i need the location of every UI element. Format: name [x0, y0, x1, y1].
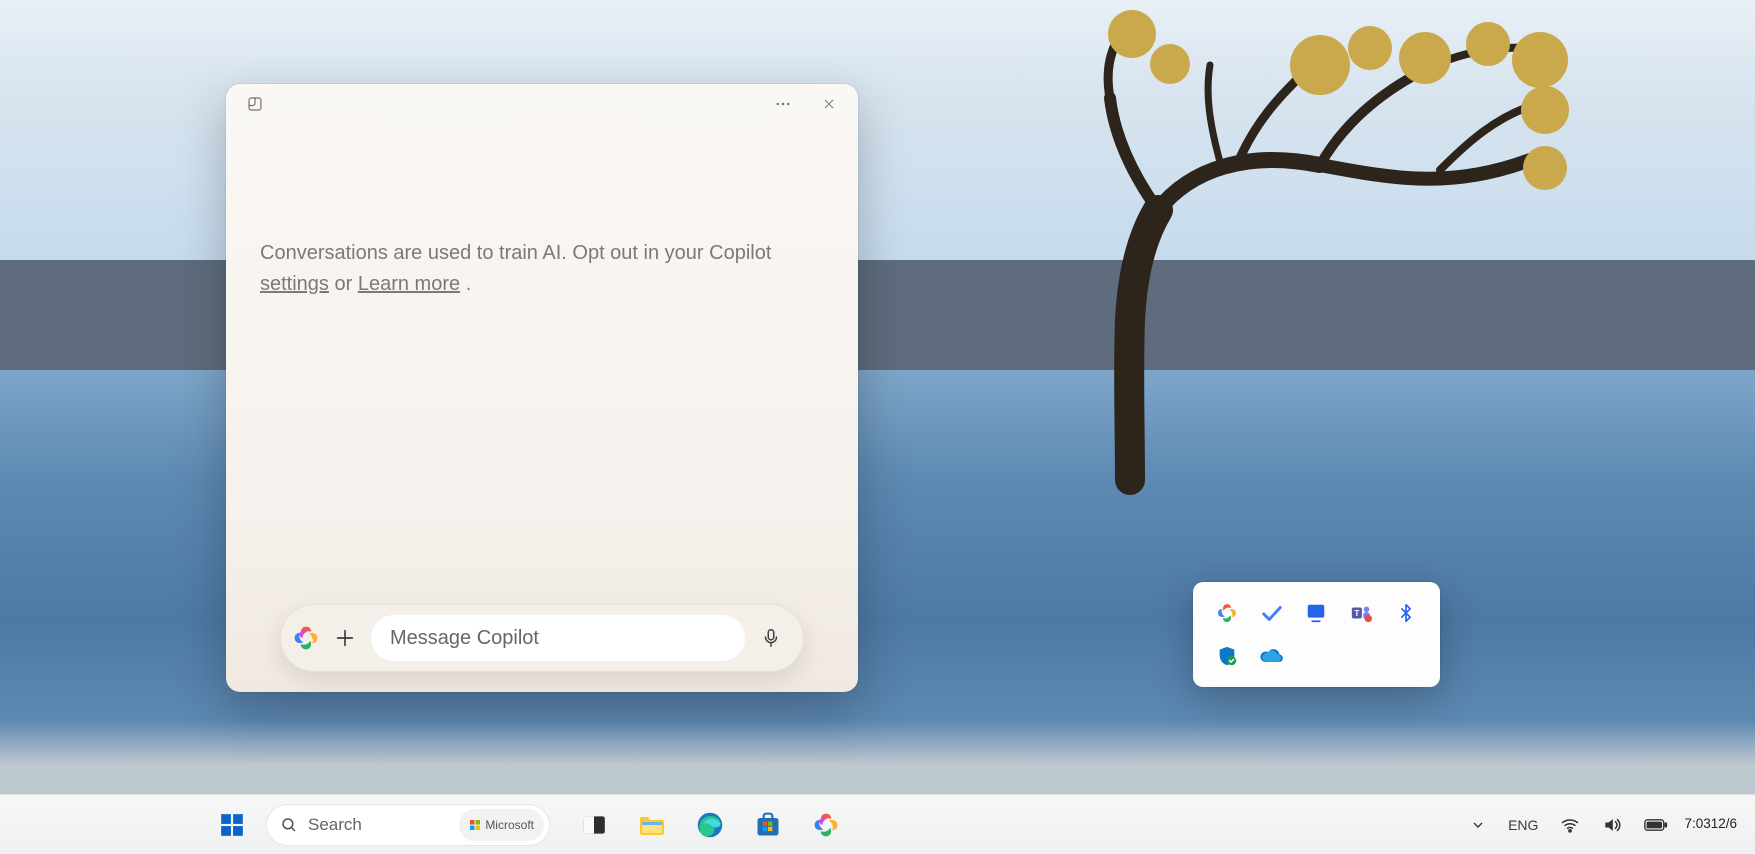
- windows-icon: [219, 812, 245, 838]
- microphone-icon: [760, 627, 782, 649]
- onedrive-icon: [1260, 647, 1284, 665]
- taskbar: Search Microsoft: [0, 794, 1755, 854]
- your-phone-icon: [1305, 602, 1327, 624]
- more-options-button[interactable]: [760, 88, 806, 120]
- bluetooth-icon: [1396, 603, 1416, 623]
- settings-link[interactable]: settings: [260, 273, 329, 295]
- search-pill-label: Microsoft: [485, 818, 534, 832]
- search-microsoft-pill[interactable]: Microsoft: [459, 809, 544, 841]
- expand-icon: [246, 95, 264, 113]
- notice-text-2: or: [335, 273, 358, 295]
- composer: [280, 604, 804, 672]
- voice-input-button[interactable]: [756, 623, 786, 653]
- copilot-titlebar: [226, 84, 858, 124]
- tray-chevron[interactable]: [1462, 803, 1494, 847]
- close-icon: [822, 97, 836, 111]
- chevron-down-icon: [1470, 817, 1486, 833]
- file-explorer-icon: [638, 812, 666, 838]
- microsoft-icon: [469, 819, 481, 831]
- copilot-icon: [812, 811, 840, 839]
- taskbar-app-file-explorer[interactable]: [630, 803, 674, 847]
- tray-item-copilot[interactable]: [1215, 601, 1239, 625]
- clock-time: 7:03: [1684, 816, 1710, 832]
- battery-icon: [1644, 817, 1668, 833]
- tray-item-your-phone[interactable]: [1304, 601, 1328, 625]
- taskbar-app-microsoft-store[interactable]: [746, 803, 790, 847]
- tray-item-onedrive[interactable]: [1260, 644, 1284, 668]
- add-attachment-button[interactable]: [330, 623, 360, 653]
- tray-item-todo[interactable]: [1260, 601, 1284, 625]
- message-input-wrap[interactable]: [370, 614, 746, 662]
- start-button[interactable]: [210, 803, 254, 847]
- copilot-icon: [292, 624, 320, 652]
- taskbar-app-edge[interactable]: [688, 803, 732, 847]
- volume-icon: [1602, 815, 1622, 835]
- copilot-window: Conversations are used to train AI. Opt …: [226, 84, 858, 692]
- taskbar-app-task-view[interactable]: [572, 803, 616, 847]
- more-icon: [774, 95, 792, 113]
- notice-text-3: .: [466, 273, 472, 295]
- desktop-wallpaper: Conversations are used to train AI. Opt …: [0, 0, 1755, 854]
- battery-status[interactable]: [1636, 803, 1676, 847]
- tray-item-teams[interactable]: T: [1349, 601, 1373, 625]
- tray-item-bluetooth[interactable]: [1394, 601, 1418, 625]
- task-view-icon: [581, 812, 607, 838]
- teams-icon: T: [1350, 602, 1372, 624]
- network-status[interactable]: [1552, 803, 1588, 847]
- search-placeholder: Search: [308, 815, 449, 835]
- expand-button[interactable]: [232, 88, 278, 120]
- learn-more-link[interactable]: Learn more: [358, 273, 460, 295]
- tray-overflow-flyout: T: [1193, 582, 1440, 687]
- volume-status[interactable]: [1594, 803, 1630, 847]
- wifi-icon: [1560, 815, 1580, 835]
- close-button[interactable]: [806, 88, 852, 120]
- search-icon: [280, 816, 298, 834]
- windows-security-icon: [1216, 645, 1238, 667]
- language-indicator[interactable]: ENG: [1500, 803, 1546, 847]
- tray-item-windows-security[interactable]: [1215, 644, 1239, 668]
- todo-icon: [1261, 602, 1283, 624]
- wallpaper-tree: [1020, 10, 1580, 510]
- taskbar-app-copilot[interactable]: [804, 803, 848, 847]
- microsoft-store-icon: [754, 811, 782, 839]
- clock-date: 12/6: [1711, 816, 1737, 832]
- copilot-icon: [1216, 602, 1238, 624]
- copilot-notice: Conversations are used to train AI. Opt …: [226, 124, 858, 300]
- message-input[interactable]: [390, 627, 726, 650]
- plus-icon: [334, 627, 356, 649]
- edge-icon: [696, 811, 724, 839]
- svg-text:T: T: [1354, 609, 1359, 618]
- notice-text-1: Conversations are used to train AI. Opt …: [260, 242, 771, 264]
- taskbar-search[interactable]: Search Microsoft: [266, 804, 550, 846]
- clock[interactable]: 7:03 12/6: [1682, 803, 1743, 847]
